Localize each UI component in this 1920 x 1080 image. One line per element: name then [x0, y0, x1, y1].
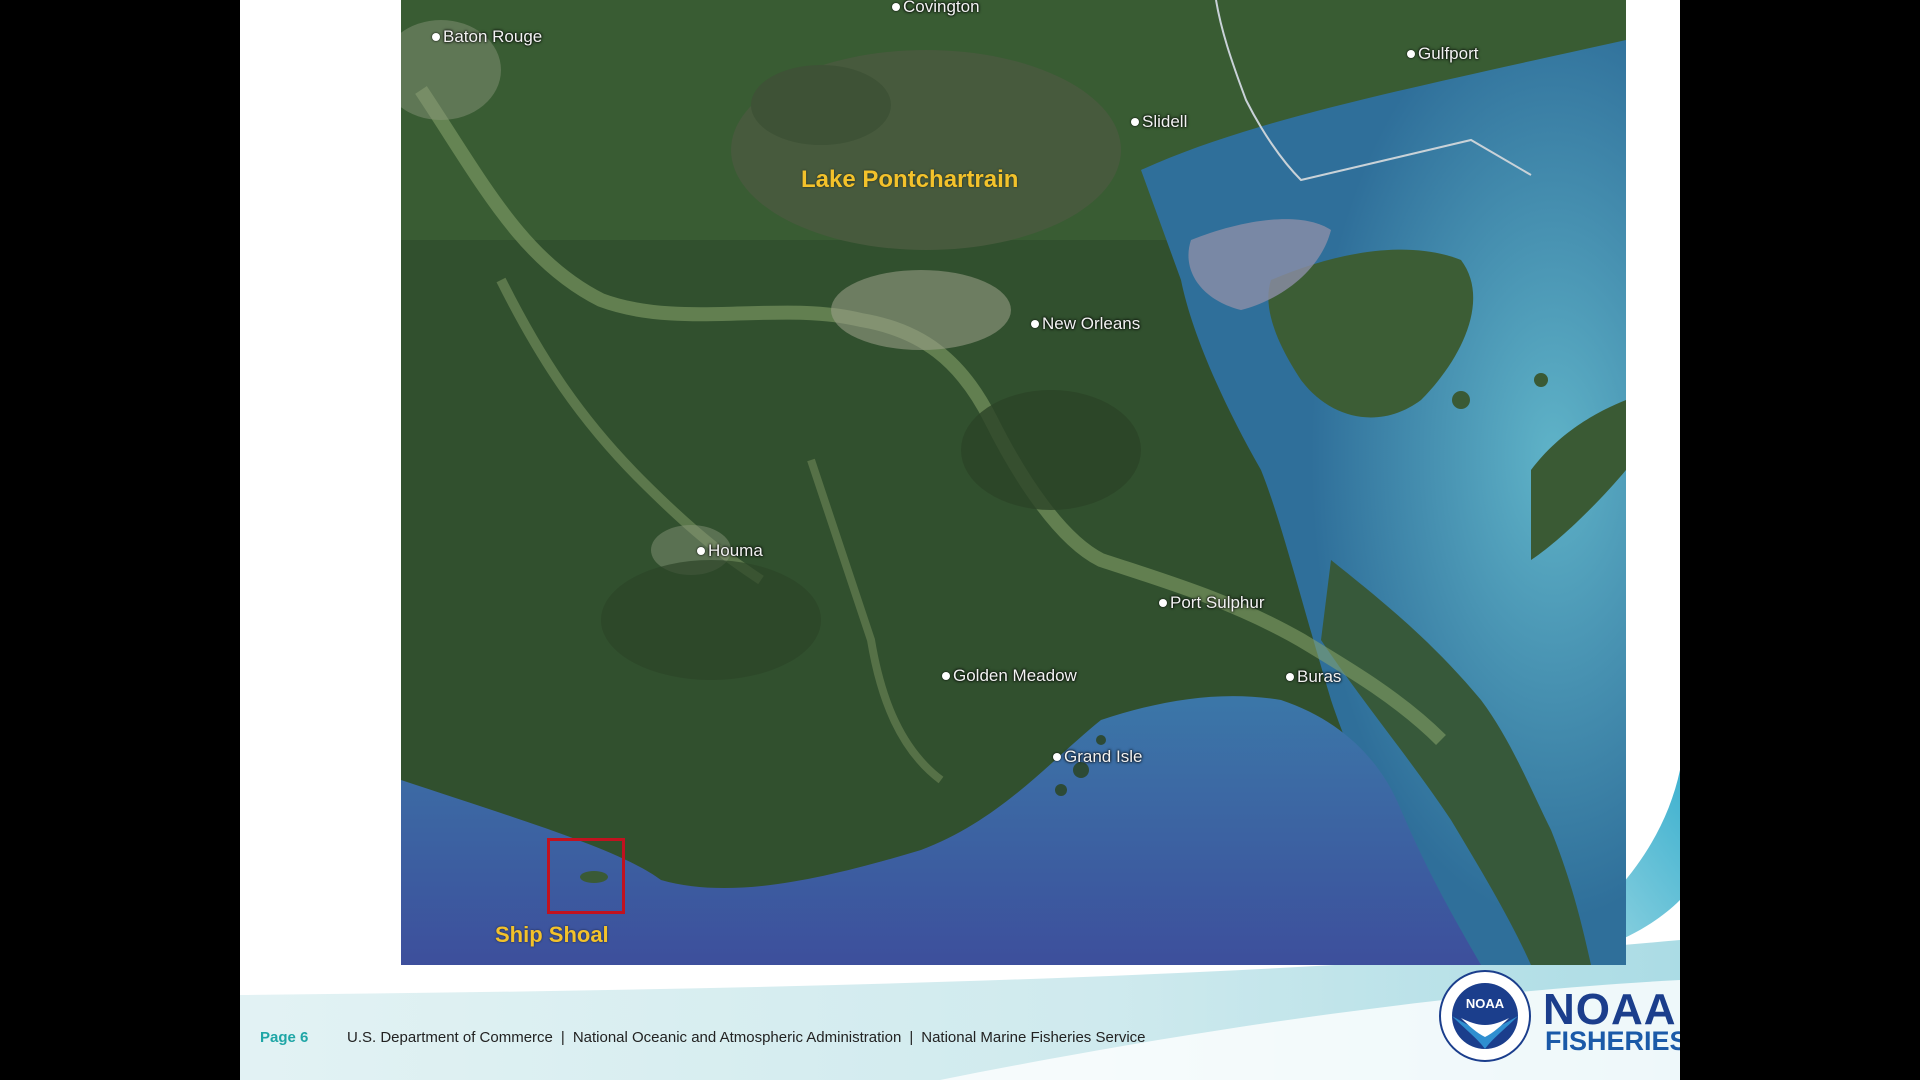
- city-golden-meadow: Golden Meadow: [942, 666, 1077, 686]
- city-label: Covington: [903, 0, 980, 16]
- city-marker-icon: [432, 33, 440, 41]
- city-marker-icon: [892, 3, 900, 11]
- lake-pontchartrain-label: Lake Pontchartrain: [801, 166, 1019, 193]
- city-label: Golden Meadow: [953, 666, 1077, 685]
- city-slidell: Slidell: [1131, 112, 1187, 132]
- ship-shoal-label: Ship Shoal: [495, 922, 609, 947]
- city-port-sulphur: Port Sulphur: [1159, 593, 1265, 613]
- city-marker-icon: [697, 547, 705, 555]
- ship-shoal-highlight-box: [547, 838, 625, 914]
- city-label: Gulfport: [1418, 44, 1479, 63]
- city-marker-icon: [1159, 599, 1167, 607]
- footer-noaa: National Oceanic and Atmospheric Adminis…: [572, 1029, 902, 1046]
- footer-dept: U.S. Department of Commerce: [347, 1029, 553, 1046]
- presentation-slide: Lake Pontchartrain Baton Rouge Covington…: [240, 0, 1680, 1080]
- city-marker-icon: [1053, 753, 1061, 761]
- page-number: Page 6: [260, 1029, 309, 1046]
- city-grand-isle: Grand Isle: [1053, 747, 1142, 767]
- emblem-text: NOAA: [1466, 996, 1505, 1011]
- fisheries-wordmark: FISHERIES: [1545, 1026, 1680, 1056]
- city-label: Baton Rouge: [443, 27, 543, 46]
- footer-nmfs: National Marine Fisheries Service: [921, 1029, 1146, 1046]
- city-label: Slidell: [1142, 112, 1188, 131]
- city-houma: Houma: [697, 541, 763, 561]
- footer-separator: |: [560, 1029, 565, 1046]
- map-imagery: [401, 0, 1626, 965]
- city-gulfport: Gulfport: [1407, 44, 1478, 64]
- city-label: New Orleans: [1042, 314, 1141, 333]
- footer-agency-text: U.S. Department of Commerce | National Oce…: [347, 1029, 1146, 1046]
- footer-separator: |: [909, 1029, 914, 1046]
- city-new-orleans: New Orleans: [1031, 314, 1140, 334]
- city-label: Buras: [1297, 667, 1342, 686]
- city-marker-icon: [1286, 673, 1294, 681]
- city-covington: Covington: [892, 0, 980, 17]
- city-label: Houma: [708, 541, 763, 560]
- noaa-emblem-logo: NOAA: [1439, 970, 1531, 1062]
- city-marker-icon: [1031, 320, 1039, 328]
- satellite-map: Lake Pontchartrain Baton Rouge Covington…: [401, 0, 1626, 965]
- city-label: Port Sulphur: [1170, 593, 1265, 612]
- city-marker-icon: [1407, 50, 1415, 58]
- city-marker-icon: [1131, 118, 1139, 126]
- city-marker-icon: [942, 672, 950, 680]
- city-buras: Buras: [1286, 667, 1341, 687]
- city-baton-rouge: Baton Rouge: [432, 27, 542, 47]
- city-label: Grand Isle: [1064, 747, 1143, 766]
